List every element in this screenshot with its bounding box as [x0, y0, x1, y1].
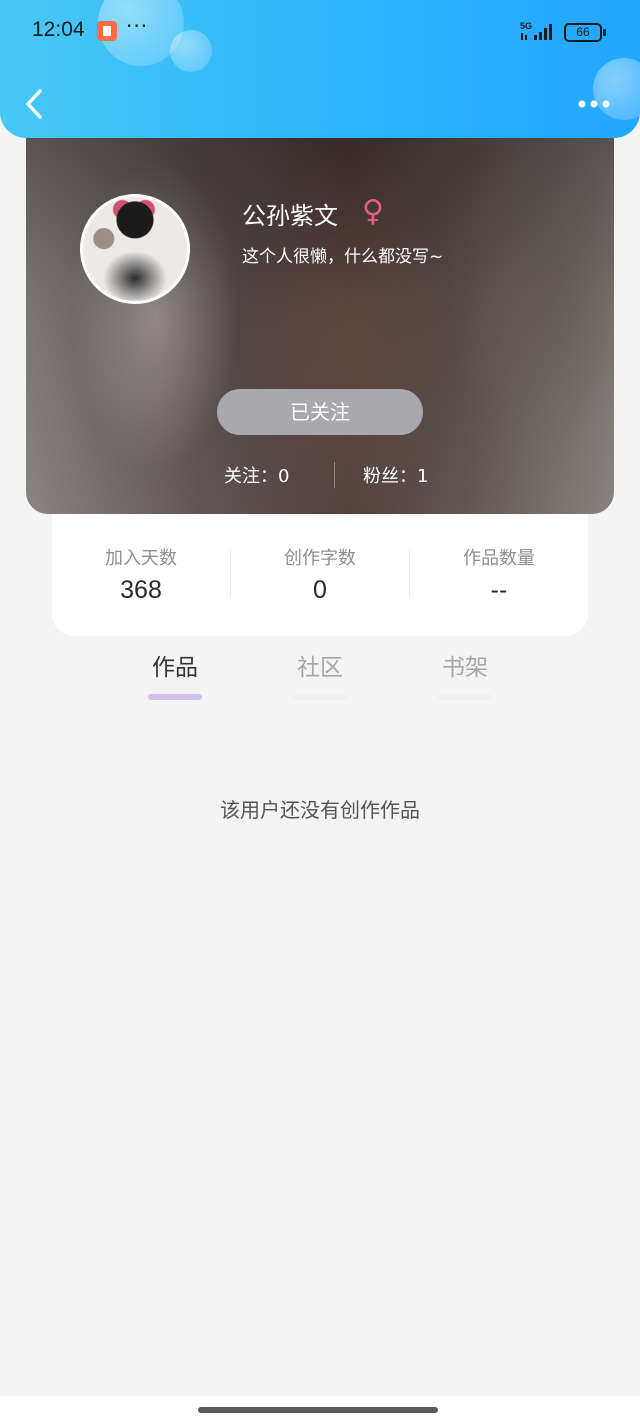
username: 公孙紫文 — [242, 202, 338, 230]
tab-indicator — [293, 694, 347, 700]
tab-community[interactable]: 社区 — [280, 648, 360, 700]
tab-indicator — [438, 694, 492, 700]
stat-value: 0 — [313, 576, 327, 604]
profile-card: 公孙紫文 ♀ 这个人很懒，什么都没写~ 已关注 关注：0 粉丝：1 — [26, 118, 614, 514]
stat-join-days: 加入天数 368 — [52, 544, 230, 605]
tab-bookshelf[interactable]: 书架 — [425, 648, 505, 700]
battery-icon: 66 — [564, 23, 606, 42]
chevron-left-icon — [26, 89, 42, 119]
signal-icon: 5G — [520, 21, 552, 40]
notification-app-icon — [97, 21, 117, 41]
female-gender-icon: ♀ — [362, 194, 384, 229]
decorative-bubble — [170, 30, 212, 72]
avatar[interactable] — [80, 194, 190, 304]
tab-indicator — [148, 694, 202, 700]
home-indicator[interactable] — [198, 1407, 438, 1413]
stat-label: 作品数量 — [463, 548, 535, 569]
stat-value: -- — [490, 576, 508, 604]
fans-count[interactable]: 粉丝：1 — [363, 462, 428, 488]
stats-card: 加入天数 368 创作字数 0 作品数量 -- — [52, 514, 588, 636]
user-bio: 这个人很懒，什么都没写~ — [242, 247, 444, 267]
status-more-indicator: ··· — [126, 14, 149, 38]
tab-label: 书架 — [442, 655, 488, 681]
stat-label: 加入天数 — [105, 548, 177, 569]
header-bar: 12:04 ··· 5G 66 — [0, 0, 640, 138]
follow-stats: 关注：0 粉丝：1 — [26, 462, 614, 488]
system-home-bar — [0, 1396, 640, 1423]
divider — [334, 462, 335, 488]
network-label: 5G — [520, 21, 532, 31]
tab-works[interactable]: 作品 — [135, 648, 215, 700]
stat-label: 创作字数 — [284, 548, 356, 569]
tab-label: 社区 — [297, 655, 343, 681]
tab-label: 作品 — [152, 655, 198, 681]
stat-word-count: 创作字数 0 — [231, 544, 409, 605]
more-options-button[interactable] — [574, 94, 614, 114]
back-button[interactable] — [20, 86, 50, 122]
stat-works-count: 作品数量 -- — [410, 544, 588, 605]
content-tabs: 作品 社区 书架 — [0, 648, 640, 708]
follow-button[interactable]: 已关注 — [217, 389, 423, 435]
status-time: 12:04 — [32, 18, 85, 41]
empty-state-message: 该用户还没有创作作品 — [220, 798, 420, 822]
stat-value: 368 — [120, 576, 162, 604]
following-count[interactable]: 关注：0 — [224, 462, 289, 488]
